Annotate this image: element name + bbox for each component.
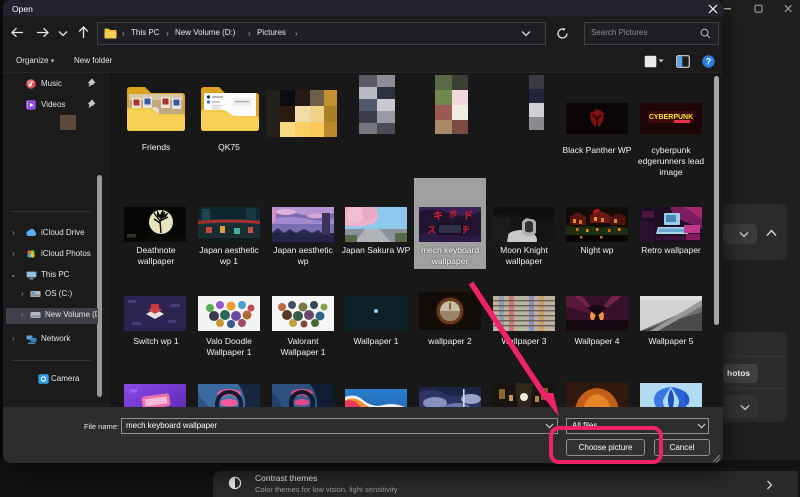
svg-text:CYBERPUNK: CYBERPUNK (649, 114, 693, 121)
svg-text:ボ: ボ (449, 209, 457, 219)
svg-text:?: ? (706, 57, 712, 67)
svg-text:ド: ド (463, 210, 473, 222)
svg-text:ス: ス (427, 225, 436, 235)
svg-text:キ: キ (433, 210, 443, 222)
